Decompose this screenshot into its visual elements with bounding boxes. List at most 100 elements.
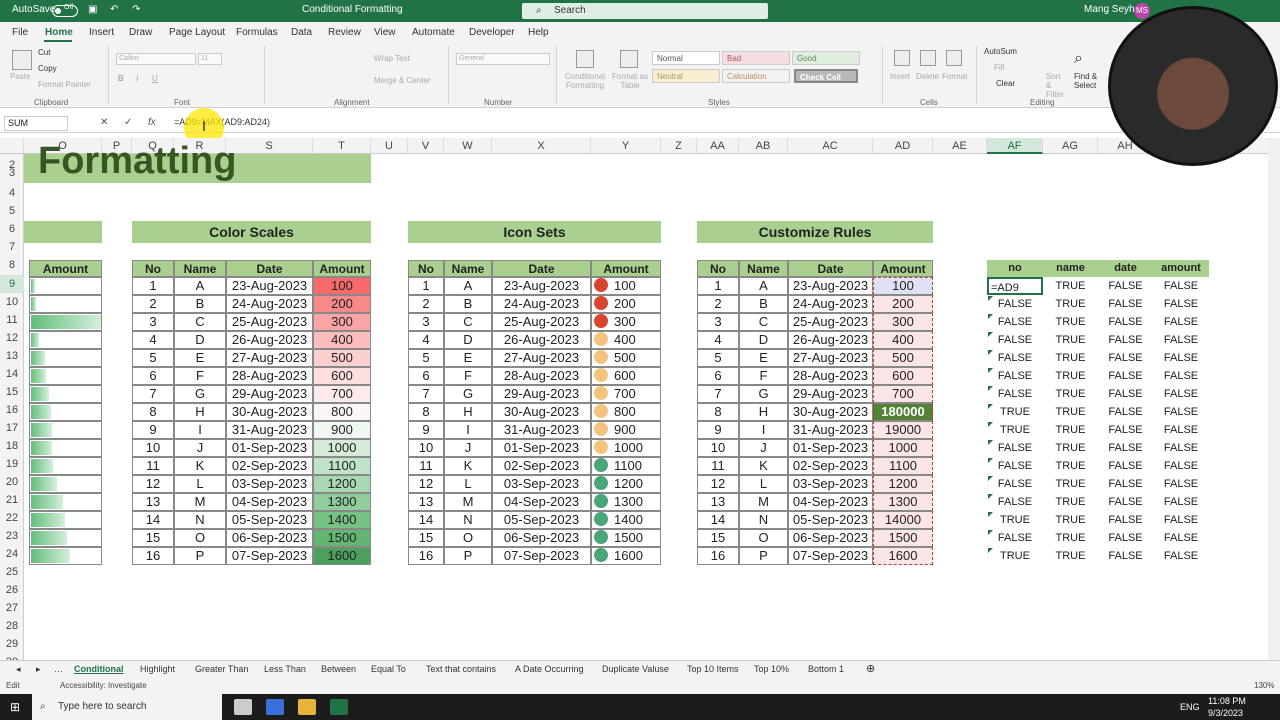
icon-sets-no-cell[interactable]: 5 xyxy=(408,349,444,367)
col-header-AC[interactable]: AC xyxy=(788,138,873,154)
sheet-tab-bottom-1[interactable]: Bottom 1 xyxy=(808,664,844,674)
icon-sets-name-cell[interactable]: B xyxy=(444,295,492,313)
sheet-tab-duplicate-valuse[interactable]: Duplicate Valuse xyxy=(602,664,669,674)
customize-rules-name-cell[interactable]: O xyxy=(739,529,788,547)
custom-amount-cell[interactable]: 700 xyxy=(873,385,933,403)
menu-help[interactable]: Help xyxy=(528,27,549,38)
font-size-combo[interactable]: 11 xyxy=(198,53,222,65)
customize-rules-no-cell[interactable]: 1 xyxy=(697,277,739,295)
customize-rules-no-cell[interactable]: 2 xyxy=(697,295,739,313)
databar-cell[interactable] xyxy=(29,547,102,565)
color-scales-no-cell[interactable]: 13 xyxy=(132,493,174,511)
color-scales-date-cell[interactable]: 05-Sep-2023 xyxy=(226,511,313,529)
custom-amount-cell[interactable]: 200 xyxy=(873,295,933,313)
test-amount-cell[interactable]: FALSE xyxy=(1153,385,1209,403)
icon-sets-name-cell[interactable]: K xyxy=(444,457,492,475)
custom-amount-cell[interactable]: 19000 xyxy=(873,421,933,439)
icon-sets-name-cell[interactable]: C xyxy=(444,313,492,331)
color-scales-date-cell[interactable]: 26-Aug-2023 xyxy=(226,331,313,349)
customize-rules-name-cell[interactable]: B xyxy=(739,295,788,313)
name-box[interactable]: SUM xyxy=(4,116,68,131)
row-header-11[interactable]: 11 xyxy=(0,311,24,329)
menu-page-layout[interactable]: Page Layout xyxy=(169,27,225,38)
test-name-cell[interactable]: TRUE xyxy=(1043,547,1098,565)
custom-amount-cell[interactable]: 1100 xyxy=(873,457,933,475)
fill-button[interactable]: Fill xyxy=(994,63,1004,72)
customize-rules-name-cell[interactable]: N xyxy=(739,511,788,529)
col-header-AG[interactable]: AG xyxy=(1043,138,1098,154)
color-scales-name-cell[interactable]: E xyxy=(174,349,226,367)
custom-amount-cell[interactable]: 14000 xyxy=(873,511,933,529)
color-scales-date-cell[interactable]: 24-Aug-2023 xyxy=(226,295,313,313)
color-scales-no-cell[interactable]: 8 xyxy=(132,403,174,421)
color-scales-date-cell[interactable]: 31-Aug-2023 xyxy=(226,421,313,439)
icon-sets-date-cell[interactable]: 03-Sep-2023 xyxy=(492,475,591,493)
icon-sets-header-date[interactable]: Date xyxy=(492,260,591,277)
customize-rules-name-cell[interactable]: C xyxy=(739,313,788,331)
test-no-cell[interactable]: FALSE xyxy=(987,439,1043,457)
sheet-tab-conditional[interactable]: Conditional xyxy=(74,664,124,674)
icon-set-amount-cell[interactable]: 1300 xyxy=(591,493,661,511)
customize-rules-date-cell[interactable]: 27-Aug-2023 xyxy=(788,349,873,367)
databar-cell[interactable] xyxy=(29,385,102,403)
test-date-cell[interactable]: FALSE xyxy=(1098,439,1153,457)
test-date-cell[interactable]: FALSE xyxy=(1098,295,1153,313)
customize-rules-date-cell[interactable]: 02-Sep-2023 xyxy=(788,457,873,475)
customize-rules-no-cell[interactable]: 10 xyxy=(697,439,739,457)
app-excel-icon[interactable] xyxy=(330,699,348,715)
test-amount-cell[interactable]: FALSE xyxy=(1153,403,1209,421)
clock-date[interactable]: 9/3/2023 xyxy=(1208,708,1243,718)
sheet-tab-top-10-items[interactable]: Top 10 Items xyxy=(687,664,739,674)
color-scales-no-cell[interactable]: 4 xyxy=(132,331,174,349)
find-select-button[interactable]: Find & Select xyxy=(1074,72,1104,90)
row-header-10[interactable]: 10 xyxy=(0,293,24,311)
icon-set-amount-cell[interactable]: 300 xyxy=(591,313,661,331)
tab-scroll-right-icon[interactable]: ▸ xyxy=(36,664,41,675)
color-scales-header-date[interactable]: Date xyxy=(226,260,313,277)
color-scales-no-cell[interactable]: 5 xyxy=(132,349,174,367)
sheet-tab-less-than[interactable]: Less Than xyxy=(264,664,306,674)
taskbar-search[interactable]: ⌕ Type here to search xyxy=(32,694,222,720)
menu-automate[interactable]: Automate xyxy=(412,27,455,38)
col-header-T[interactable]: T xyxy=(313,138,371,154)
row-header-19[interactable]: 19 xyxy=(0,455,24,473)
customize-rules-header-no[interactable]: No xyxy=(697,260,739,277)
test-name-cell[interactable]: TRUE xyxy=(1043,367,1098,385)
customize-rules-name-cell[interactable]: E xyxy=(739,349,788,367)
icon-set-amount-cell[interactable]: 400 xyxy=(591,331,661,349)
icon-sets-date-cell[interactable]: 23-Aug-2023 xyxy=(492,277,591,295)
databar-cell[interactable] xyxy=(29,367,102,385)
custom-amount-cell[interactable]: 1000 xyxy=(873,439,933,457)
color-scale-amount-cell[interactable]: 1000 xyxy=(313,439,371,457)
customize-rules-no-cell[interactable]: 16 xyxy=(697,547,739,565)
color-scale-amount-cell[interactable]: 1400 xyxy=(313,511,371,529)
icon-sets-no-cell[interactable]: 4 xyxy=(408,331,444,349)
test-amount-cell[interactable]: FALSE xyxy=(1153,475,1209,493)
databar-cell[interactable] xyxy=(29,511,102,529)
test-amount-cell[interactable]: FALSE xyxy=(1153,277,1209,295)
customize-rules-date-cell[interactable]: 04-Sep-2023 xyxy=(788,493,873,511)
test-name-cell[interactable]: TRUE xyxy=(1043,439,1098,457)
app-word-icon[interactable] xyxy=(266,699,284,715)
enter-icon[interactable]: ✓ xyxy=(124,117,132,128)
paste-button[interactable]: Paste xyxy=(10,72,30,81)
color-scales-name-cell[interactable]: A xyxy=(174,277,226,295)
customize-rules-no-cell[interactable]: 14 xyxy=(697,511,739,529)
test-no-cell[interactable]: FALSE xyxy=(987,349,1043,367)
select-all-corner[interactable] xyxy=(0,138,24,154)
test-amount-cell[interactable]: FALSE xyxy=(1153,547,1209,565)
menu-view[interactable]: View xyxy=(374,27,396,38)
row-header-12[interactable]: 12 xyxy=(0,329,24,347)
icon-sets-date-cell[interactable]: 25-Aug-2023 xyxy=(492,313,591,331)
customize-rules-no-cell[interactable]: 12 xyxy=(697,475,739,493)
clear-button[interactable]: Clear xyxy=(996,79,1015,88)
icon-sets-date-cell[interactable]: 26-Aug-2023 xyxy=(492,331,591,349)
test-amount-cell[interactable]: FALSE xyxy=(1153,511,1209,529)
test-date-cell[interactable]: FALSE xyxy=(1098,331,1153,349)
test-header-name[interactable]: name xyxy=(1043,260,1098,277)
color-scale-amount-cell[interactable]: 800 xyxy=(313,403,371,421)
icon-sets-name-cell[interactable]: M xyxy=(444,493,492,511)
customize-rules-name-cell[interactable]: A xyxy=(739,277,788,295)
icon-sets-header-amount[interactable]: Amount xyxy=(591,260,661,277)
row-header-21[interactable]: 21 xyxy=(0,491,24,509)
